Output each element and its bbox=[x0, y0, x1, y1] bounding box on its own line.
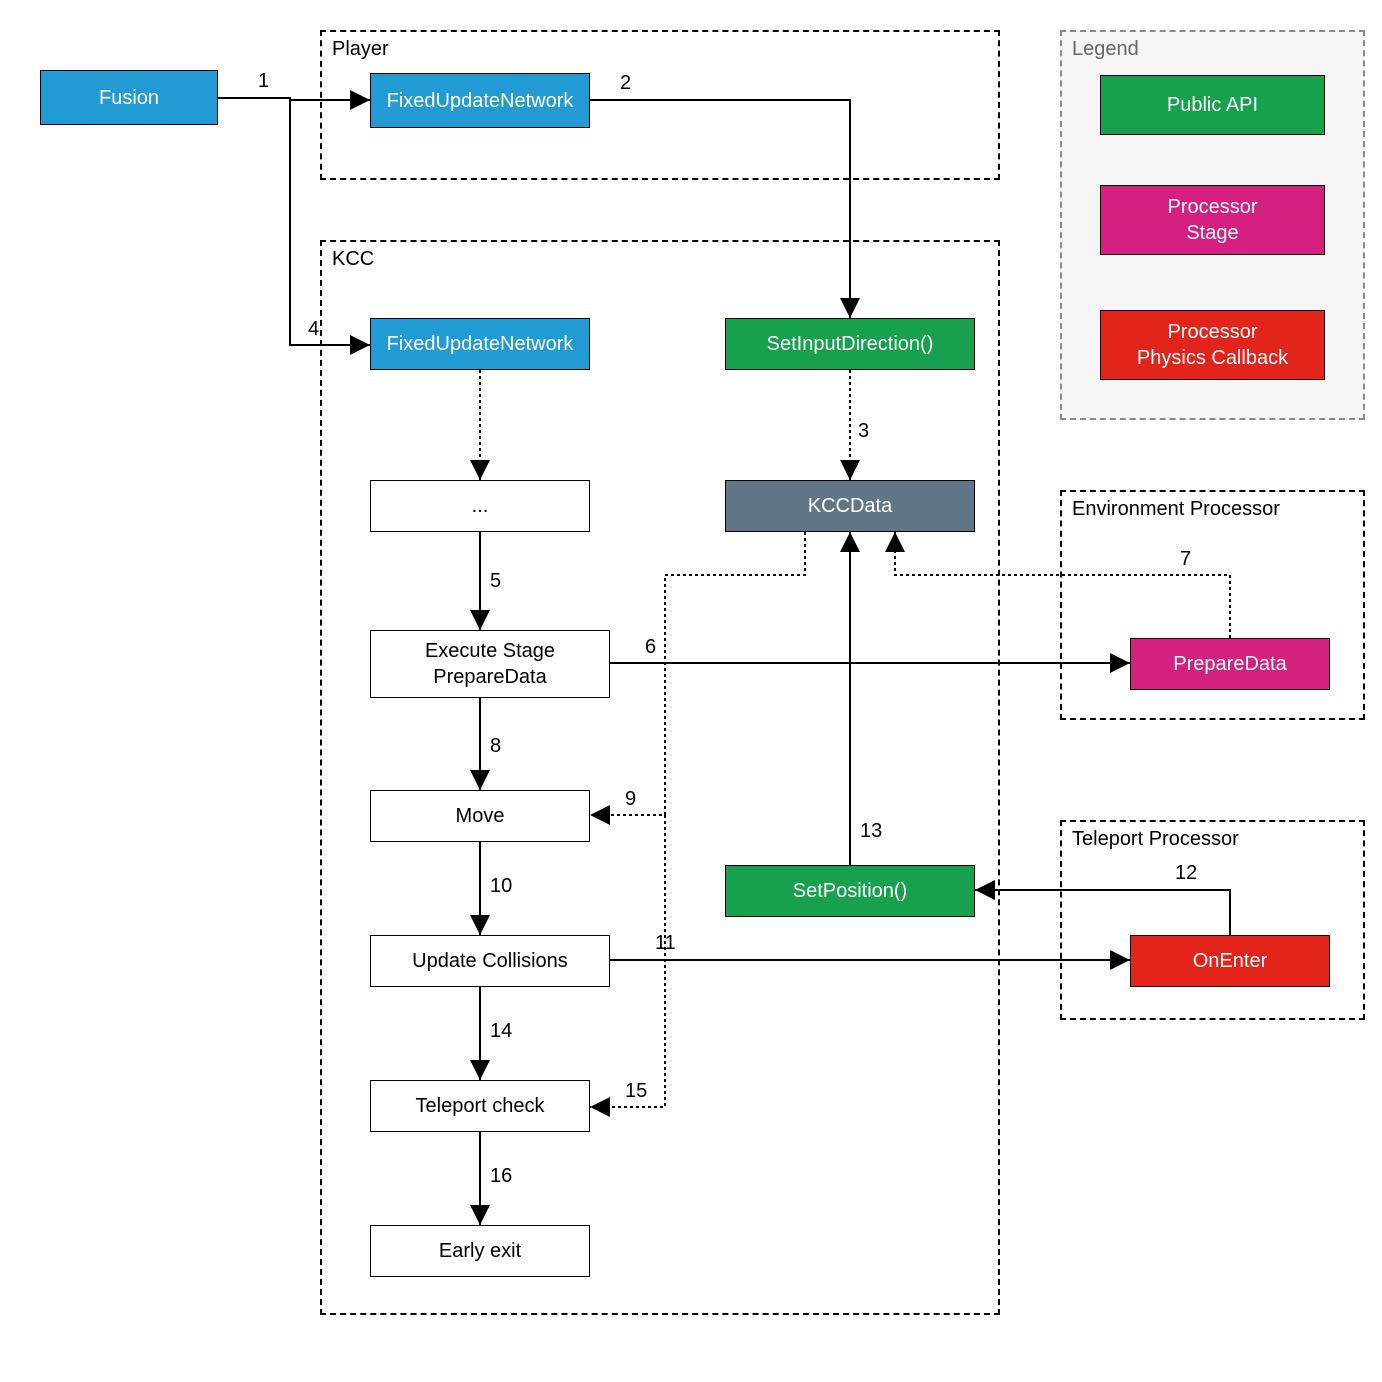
node-set-position-label: SetPosition() bbox=[793, 878, 908, 904]
edge-label-2: 2 bbox=[620, 72, 631, 95]
edge-label-9: 9 bbox=[625, 788, 636, 811]
node-move-label: Move bbox=[456, 803, 505, 829]
node-kccdata: KCCData bbox=[725, 480, 975, 532]
node-exec-stage-label: Execute Stage PrepareData bbox=[425, 638, 555, 690]
group-kcc-label: KCC bbox=[332, 248, 374, 271]
node-fusion: Fusion bbox=[40, 70, 218, 125]
legend-stage: Processor Stage bbox=[1100, 185, 1325, 255]
node-update-coll-label: Update Collisions bbox=[412, 948, 568, 974]
node-exec-stage: Execute Stage PrepareData bbox=[370, 630, 610, 698]
group-player-label: Player bbox=[332, 38, 389, 61]
group-legend-label: Legend bbox=[1072, 38, 1139, 61]
node-early-exit: Early exit bbox=[370, 1225, 590, 1277]
edge-label-3: 3 bbox=[858, 420, 869, 443]
legend-stage-label: Processor Stage bbox=[1167, 194, 1257, 246]
node-prepare-data: PrepareData bbox=[1130, 638, 1330, 690]
edge-label-12: 12 bbox=[1175, 862, 1197, 885]
node-player-fun-label: FixedUpdateNetwork bbox=[387, 88, 574, 114]
node-early-exit-label: Early exit bbox=[439, 1238, 521, 1264]
node-set-input-label: SetInputDirection() bbox=[767, 331, 934, 357]
edge-label-1: 1 bbox=[258, 70, 269, 93]
edge-label-16: 16 bbox=[490, 1165, 512, 1188]
node-ellipsis: ... bbox=[370, 480, 590, 532]
group-teleport-label: Teleport Processor bbox=[1072, 828, 1239, 851]
legend-api-label: Public API bbox=[1167, 92, 1258, 118]
edge-label-13: 13 bbox=[860, 820, 882, 843]
node-set-position: SetPosition() bbox=[725, 865, 975, 917]
node-kccdata-label: KCCData bbox=[808, 493, 892, 519]
node-player-fun: FixedUpdateNetwork bbox=[370, 73, 590, 128]
edge-label-15: 15 bbox=[625, 1080, 647, 1103]
edge-label-14: 14 bbox=[490, 1020, 512, 1043]
node-update-coll: Update Collisions bbox=[370, 935, 610, 987]
edge-label-5: 5 bbox=[490, 570, 501, 593]
node-ellipsis-label: ... bbox=[472, 493, 489, 519]
group-teleport: Teleport Processor bbox=[1060, 820, 1365, 1020]
edge-label-4: 4 bbox=[308, 318, 319, 341]
node-teleport-check: Teleport check bbox=[370, 1080, 590, 1132]
node-on-enter-label: OnEnter bbox=[1193, 948, 1267, 974]
edge-label-6: 6 bbox=[645, 636, 656, 659]
node-on-enter: OnEnter bbox=[1130, 935, 1330, 987]
group-kcc: KCC bbox=[320, 240, 1000, 1315]
node-teleport-check-label: Teleport check bbox=[416, 1093, 545, 1119]
node-fusion-label: Fusion bbox=[99, 85, 159, 111]
legend-callback: Processor Physics Callback bbox=[1100, 310, 1325, 380]
node-move: Move bbox=[370, 790, 590, 842]
group-env-label: Environment Processor bbox=[1072, 498, 1280, 521]
node-kcc-fun: FixedUpdateNetwork bbox=[370, 318, 590, 370]
edge-label-10: 10 bbox=[490, 875, 512, 898]
edge-label-8: 8 bbox=[490, 735, 501, 758]
edge-label-11: 11 bbox=[655, 932, 676, 955]
node-prepare-data-label: PrepareData bbox=[1173, 651, 1286, 677]
node-kcc-fun-label: FixedUpdateNetwork bbox=[387, 331, 574, 357]
node-set-input: SetInputDirection() bbox=[725, 318, 975, 370]
legend-api: Public API bbox=[1100, 75, 1325, 135]
edge-label-7: 7 bbox=[1180, 548, 1191, 571]
legend-callback-label: Processor Physics Callback bbox=[1137, 319, 1288, 371]
